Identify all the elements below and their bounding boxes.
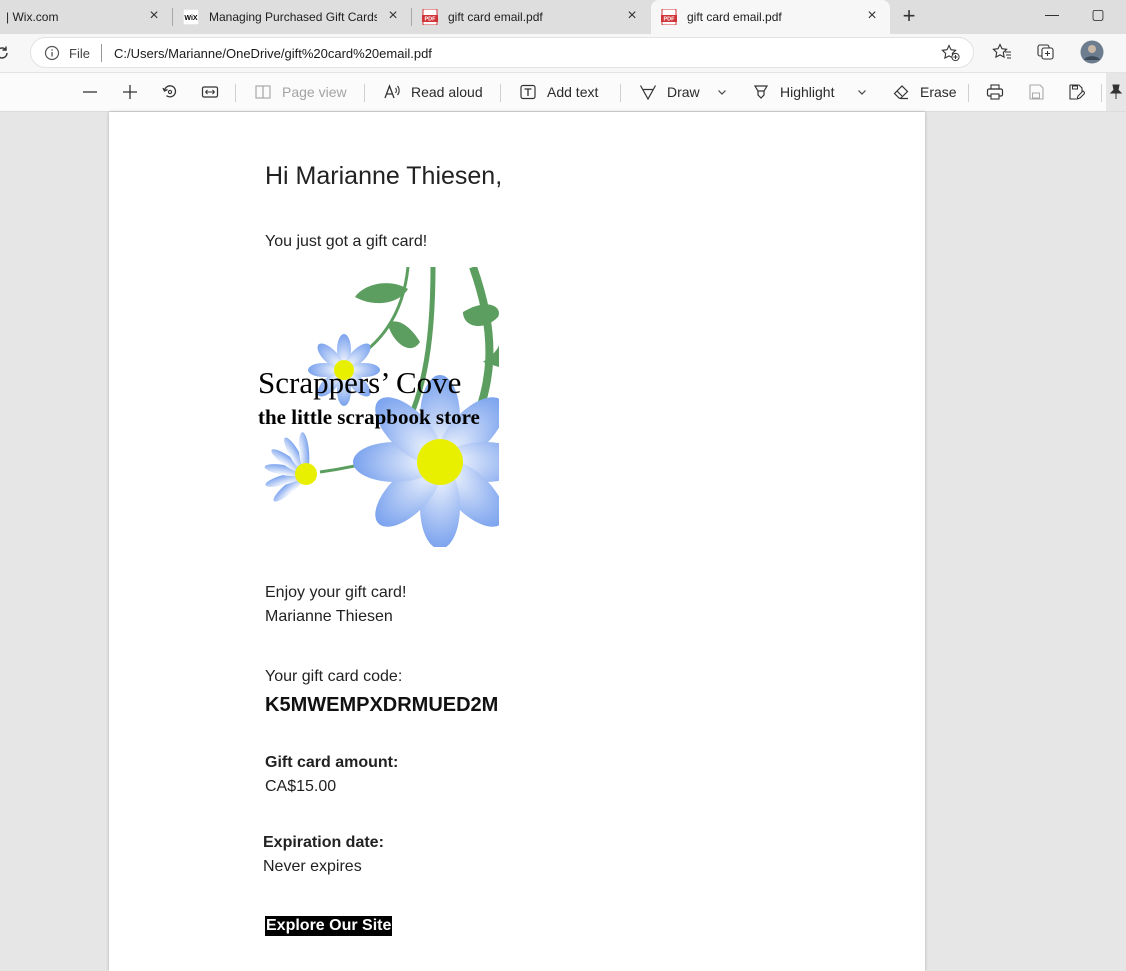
eraser-icon [893,85,909,100]
save-icon [1029,84,1044,100]
toolbar-divider [968,84,969,102]
add-text-label: Add text [547,84,599,100]
scheme-label: File [69,46,90,61]
collections-icon[interactable] [1036,43,1056,61]
profile-avatar-icon[interactable] [1080,40,1104,64]
draw-options-dropdown[interactable] [716,73,728,111]
pdf-favicon-icon: PDF [661,9,677,25]
url-text[interactable]: C:/Users/Marianne/OneDrive/gift%20card%2… [114,46,432,61]
tab-wix[interactable]: | Wix.com × [0,0,172,34]
fit-to-width-button[interactable] [201,73,219,111]
toolbar-divider [500,84,501,102]
tab-managing-gift-cards[interactable]: WiX Managing Purchased Gift Cards | × [173,0,411,34]
highlight-options-dropdown[interactable] [856,73,868,111]
highlight-button[interactable]: Highlight [752,73,834,111]
save-button[interactable] [1027,73,1045,111]
plus-icon [123,85,137,99]
draw-label: Draw [667,84,700,100]
page-view-label: Page view [282,84,347,100]
tab-gift-card-pdf-active[interactable]: PDF gift card email.pdf × [651,0,890,34]
svg-text:WiX: WiX [184,15,197,22]
svg-text:PDF: PDF [664,17,676,23]
pin-toolbar-button[interactable] [1106,73,1126,111]
toolbar-divider [364,84,365,102]
draw-pen-icon [639,85,657,101]
greeting-heading: Hi Marianne Thiesen, [265,162,503,190]
read-aloud-icon [384,84,400,99]
close-tab-icon[interactable]: × [624,8,640,24]
pin-icon [1109,84,1123,99]
tab-title: gift card email.pdf [687,10,782,24]
erase-label: Erase [920,84,957,100]
svg-text:PDF: PDF [425,17,437,23]
add-text-button[interactable]: Add text [519,73,598,111]
enjoy-text: Enjoy your gift card! [265,584,407,601]
info-icon[interactable] [44,45,60,61]
expiration-label: Expiration date: [263,834,384,851]
chevron-down-icon [718,90,726,95]
address-divider [101,44,102,62]
rotate-button[interactable] [161,73,179,111]
tab-title: | Wix.com [6,10,59,24]
print-icon [986,84,1004,100]
page-view-icon [255,85,271,99]
highlight-label: Highlight [780,84,835,100]
chevron-down-icon [858,90,866,95]
toolbar-divider [1101,84,1102,102]
code-label: Your gift card code: [265,668,403,685]
read-aloud-label: Read aloud [411,84,483,100]
toolbar-divider [235,84,236,102]
wix-favicon-icon: WiX [183,9,199,25]
refresh-icon[interactable] [0,45,10,61]
save-as-button[interactable] [1067,73,1085,111]
address-bar[interactable]: File C:/Users/Marianne/OneDrive/gift%20c… [30,37,974,68]
pdf-favicon-icon: PDF [422,9,438,25]
pdf-page: Hi Marianne Thiesen, You just got a gift… [109,112,925,971]
fit-width-icon [201,86,219,98]
gift-card-image: Scrappers’ Cove the little scrapbook sto… [258,267,499,547]
favorites-icon[interactable] [992,43,1012,61]
rotate-icon [162,85,177,98]
address-bar-row: File C:/Users/Marianne/OneDrive/gift%20c… [0,34,1126,72]
tab-title: Managing Purchased Gift Cards | [209,10,377,24]
close-tab-icon[interactable]: × [864,8,880,24]
erase-button[interactable]: Erase [892,73,957,111]
amount-label: Gift card amount: [265,754,399,771]
intro-text: You just got a gift card! [265,233,428,250]
toolbar-divider [620,84,621,102]
explore-site-link[interactable]: Explore Our Site [265,916,393,936]
read-aloud-button[interactable]: Read aloud [383,73,483,111]
gift-card-code: K5MWEMPXDRMUED2M [265,694,499,716]
close-tab-icon[interactable]: × [146,8,162,24]
highlighter-icon [753,85,769,99]
new-tab-icon[interactable]: + [898,5,920,27]
minus-icon [83,91,97,93]
store-name: Scrappers’ Cove [258,365,462,400]
save-as-icon [1069,84,1085,100]
pdf-toolbar: Page view Read aloud Add text Draw Highl… [0,72,1126,112]
tab-strip: | Wix.com × WiX Managing Purchased Gift … [0,0,1126,34]
minimize-icon[interactable]: — [1029,0,1075,30]
add-text-icon [520,84,536,100]
sender-name: Marianne Thiesen [265,608,393,625]
print-button[interactable] [986,73,1004,111]
add-favorite-icon[interactable] [941,44,961,62]
tab-title: gift card email.pdf [448,10,543,24]
draw-button[interactable]: Draw [639,73,700,111]
zoom-in-button[interactable] [122,73,138,111]
zoom-out-button[interactable] [82,73,98,111]
expiration-value: Never expires [263,858,362,875]
maximize-icon[interactable]: ▢ [1075,0,1121,30]
amount-value: CA$15.00 [265,778,337,795]
tab-gift-card-pdf[interactable]: PDF gift card email.pdf × [412,0,650,34]
close-tab-icon[interactable]: × [385,8,401,24]
store-tagline: the little scrapbook store [258,405,480,429]
page-view-button[interactable]: Page view [254,73,347,111]
